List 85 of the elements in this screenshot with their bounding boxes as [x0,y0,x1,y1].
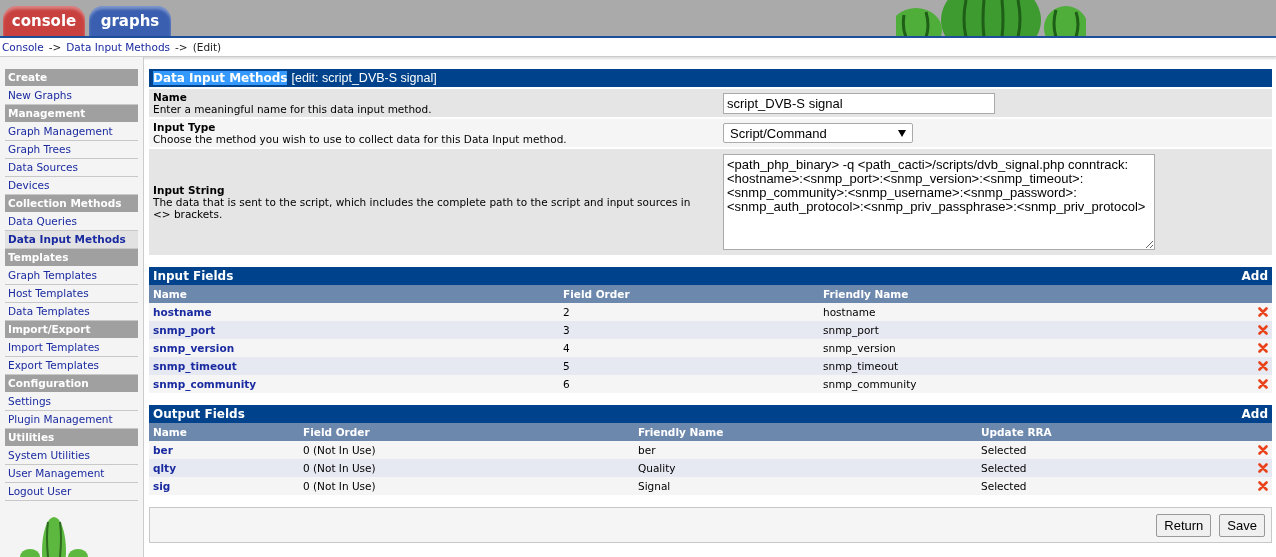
delete-icon[interactable] [1258,445,1268,455]
column-header: Field Order [563,288,631,300]
table-title: Input Fields [153,269,234,283]
table-cell-text: 4 [563,342,571,354]
form-button[interactable]: Save [1219,513,1265,537]
field-name-link[interactable]: snmp_timeout [153,360,563,372]
delete-icon[interactable] [1258,307,1268,317]
column-header: Update RRA [981,426,1053,438]
table-cell-text: 2 [563,306,571,318]
table-cell-text: 0 (Not In Use) [303,480,377,492]
delete-icon[interactable] [1258,379,1268,389]
column-header: Friendly Name [823,288,910,300]
field-name-link[interactable]: snmp_community [153,378,563,390]
delete-icon[interactable] [1258,361,1268,371]
table-cell-text: 6 [563,378,571,390]
field-name-link[interactable]: snmp_version [153,342,563,354]
delete-icon[interactable] [1258,481,1268,491]
field-description: The data that is sent to the script, which includes the complete path to the script and input sources in <> brackets. [153,196,692,220]
menu-header: Import/Export [5,321,138,338]
table-cell-text: hostname [823,306,877,318]
menu-item[interactable]: Graph Management [5,123,138,141]
table-cell-text: Quality [638,462,677,474]
table-cell-text: snmp_community [823,378,918,390]
table-cell-text: 0 (Not In Use) [303,462,377,474]
breadcrumb-separator: -> [48,41,62,53]
breadcrumb-separator: -> [175,41,188,53]
table-cell-text: Selected [981,480,1028,492]
breadcrumb-link[interactable]: Data Input Methods [66,41,171,53]
caret-icon [898,129,906,137]
menu-header: Collection Methods [5,195,138,212]
field-name-link[interactable]: hostname [153,306,563,318]
table-cell-text: Signal [638,480,672,492]
menu-item[interactable]: Logout User [5,483,138,501]
form-title: Data Input Methods [153,71,288,85]
menu-item[interactable]: Settings [5,393,138,411]
breadcrumb-link[interactable]: Console [2,41,44,53]
add-link[interactable]: Add [1241,407,1268,421]
field-name-link[interactable]: snmp_port [153,324,563,336]
breadcrumb-current: (Edit) [192,41,222,53]
menu-item[interactable]: Graph Trees [5,141,138,159]
table-cell-text: 5 [563,360,571,372]
field-name-link[interactable]: qlty [153,462,303,474]
field-description: Enter a meaningful name for this data input method. [153,103,433,115]
menu-item[interactable]: System Utilities [5,447,138,465]
menu-header: Templates [5,249,138,266]
nav-tab[interactable]: graphs [89,6,171,36]
form-button[interactable]: Return [1156,513,1212,537]
menu-item[interactable]: Import Templates [5,339,138,357]
column-header: Name [153,288,188,300]
menu-header: Utilities [5,429,138,446]
nav-tab[interactable]: console [3,6,85,36]
delete-icon[interactable] [1258,325,1268,335]
field-label: Input Type [153,121,217,133]
field-label: Name [153,91,188,103]
menu-item[interactable]: Data Input Methods [5,231,138,249]
table-cell-text: snmp_port [823,324,880,336]
column-header: Name [153,426,188,438]
input-type-select[interactable]: Script/Command [723,123,913,143]
table-cell-text: 0 (Not In Use) [303,444,377,456]
name-input[interactable]: script_DVB-S signal [723,92,995,114]
form-subtitle: [edit: script_DVB-S signal] [291,71,437,85]
field-description: Choose the method you wish to use to collect data for this Data Input method. [153,133,568,145]
input-string-textarea[interactable]: <path_php_binary> -q <path_cacti>/scripts/dvb_signal.php conntrack:<hostname>:<snmp_port>:<snmp_version>:<snmp_timeout>:<snmp_community>:<snmp_username>:<snmp_password>:<snmp_auth_protocol>:<snmp_priv_passphrase>:<snmp_priv_protocol> [723,154,1155,250]
menu-header: Management [5,105,138,122]
menu-item[interactable]: Host Templates [5,285,138,303]
field-name-link[interactable]: sig [153,480,303,492]
table-cell-text: snmp_version [823,342,897,354]
menu-item[interactable]: Graph Templates [5,267,138,285]
table-cell-text: Selected [981,462,1028,474]
menu-item[interactable]: Data Sources [5,159,138,177]
field-label: Input String [153,184,226,196]
table-cell-text: snmp_timeout [823,360,900,372]
menu-header: Create [5,69,138,86]
table-cell-text: Selected [981,444,1028,456]
column-header: Friendly Name [638,426,725,438]
table-cell-text: ber [638,444,657,456]
delete-icon[interactable] [1258,343,1268,353]
table-title: Output Fields [153,407,245,421]
add-link[interactable]: Add [1241,269,1268,283]
column-header: Field Order [303,426,371,438]
field-name-link[interactable]: ber [153,444,303,456]
delete-icon[interactable] [1258,463,1268,473]
menu-item[interactable]: User Management [5,465,138,483]
table-cell-text: 3 [563,324,571,336]
menu-header: Configuration [5,375,138,392]
